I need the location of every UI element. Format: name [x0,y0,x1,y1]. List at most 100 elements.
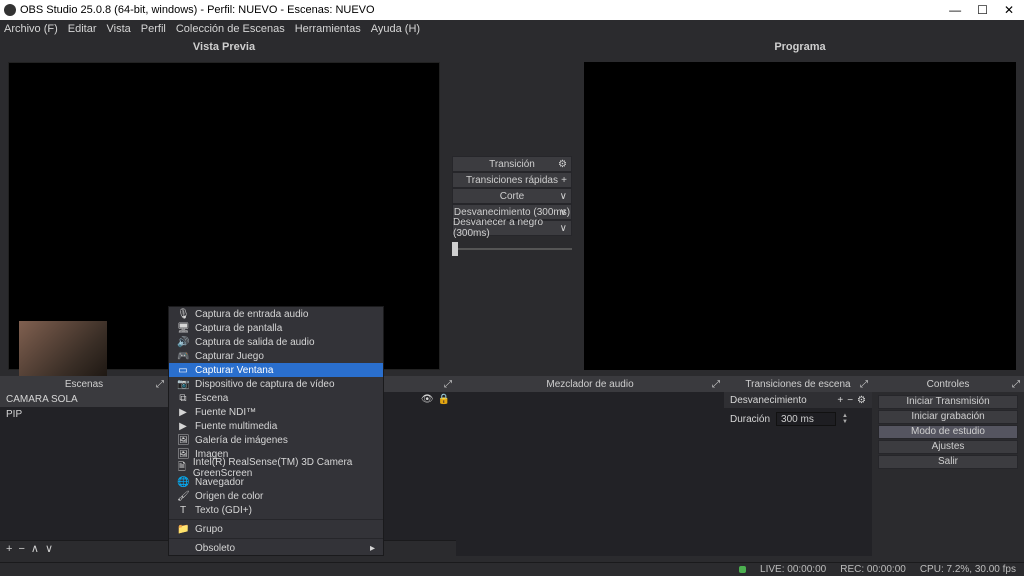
controls-header: Controles ⤢ [872,376,1024,392]
transitions-body: Desvanecimiento +−⚙ Duración ▲▼ [724,392,872,556]
menu-item-label: Fuente multimedia [195,421,277,432]
quick-trans-fadeblack[interactable]: Desvanecer a negro (300ms) ∨ [452,220,572,236]
transition-column: Transición ⚙ Transiciones rápidas + Cort… [448,38,576,376]
menu-item-label: Capturar Ventana [195,365,273,376]
start-stream-button[interactable]: Iniciar Transmisión [878,395,1018,409]
popout-icon[interactable]: ⤢ [860,379,868,390]
menu-item[interactable]: 🖌Origen de color [169,489,383,503]
plus-icon[interactable]: + [837,395,843,406]
menu-tools[interactable]: Herramientas [295,23,361,35]
studio-mode-button[interactable]: Modo de estudio [878,425,1018,439]
quick-trans-cut[interactable]: Corte ∨ [452,188,572,204]
start-record-button[interactable]: Iniciar grabación [878,410,1018,424]
slider-track [458,248,572,250]
menu-edit[interactable]: Editar [68,23,97,35]
mixer-panel: Mezclador de audio ⤢ [456,376,724,556]
popout-icon[interactable]: ⤢ [156,379,164,390]
popout-icon[interactable]: ⤢ [444,379,452,390]
program-canvas[interactable] [584,62,1016,370]
menu-item-label: Escena [195,393,228,404]
tbar-slider[interactable] [452,242,572,256]
mixer-header: Mezclador de audio ⤢ [456,376,724,392]
menu-scene-collection[interactable]: Colección de Escenas [176,23,285,35]
separator [169,519,383,520]
menu-item[interactable]: ⧉Escena [169,391,383,405]
menu-item[interactable]: TTexto (GDI+) [169,503,383,517]
menu-item[interactable]: 🔊Captura de salida de audio [169,335,383,349]
quick-transitions-label: Transiciones rápidas + [452,172,572,188]
menu-item[interactable]: ▶ Fuente multimedia [169,419,383,433]
move-up-button[interactable]: ∧ [31,542,39,555]
preview-header: Vista Previa [0,38,448,56]
maximize-button[interactable]: ☐ [977,3,988,17]
exit-button[interactable]: Salir [878,455,1018,469]
gear-icon[interactable]: ⚙ [558,159,567,170]
popout-icon[interactable]: ⤢ [712,379,720,390]
cpu-status: CPU: 7.2%, 30.00 fps [920,564,1016,575]
mixer-body [456,392,724,556]
duration-row: Duración ▲▼ [724,408,872,430]
main-area: Vista Previa Transición ⚙ Transiciones r… [0,38,1024,376]
menu-item[interactable]: 🖥Captura de pantalla [169,321,383,335]
add-scene-button[interactable]: + [6,543,12,555]
source-type-icon: T [177,505,189,516]
lock-icon[interactable]: 🔒 [438,394,450,405]
source-type-icon: 🌐 [177,477,189,488]
transitions-header: Transiciones de escena ⤢ [724,376,872,392]
eye-icon[interactable]: 👁 [421,394,434,405]
menu-item-label: Fuente NDI™ [195,407,256,418]
minus-icon[interactable]: − [847,395,853,406]
source-type-icon: ▶ [177,407,189,418]
scene-item[interactable]: CAMARA SOLA [0,392,168,407]
folder-icon: 📁 [177,524,189,535]
menu-item[interactable]: 📷Dispositivo de captura de vídeo [169,377,383,391]
scene-item[interactable]: PIP [0,407,168,422]
settings-button[interactable]: Ajustes [878,440,1018,454]
controls-panel: Controles ⤢ Iniciar Transmisión Iniciar … [872,376,1024,556]
transition-select[interactable]: Desvanecimiento +−⚙ [724,392,872,408]
move-down-button[interactable]: ∨ [45,542,53,555]
plus-icon[interactable]: + [561,175,567,186]
chevron-down-icon: ∨ [560,207,567,218]
menu-item-label: Captura de pantalla [195,323,282,334]
menu-item-obsolete[interactable]: Obsoleto ▸ [169,541,383,555]
source-type-icon: 📷 [177,379,189,390]
menu-file[interactable]: Archivo (F) [4,23,58,35]
duration-input[interactable] [776,412,836,426]
menu-item-label: Capturar Juego [195,351,264,362]
source-type-icon: ▶ [177,421,189,432]
source-type-icon: 🖼 [177,435,189,446]
window-title: OBS Studio 25.0.8 (64-bit, windows) - Pe… [20,4,375,16]
close-button[interactable]: ✕ [1004,3,1014,17]
menu-profile[interactable]: Perfil [141,23,166,35]
scenes-toolbar: + − ∧ ∨ [0,540,168,556]
menu-item-label: Navegador [195,477,244,488]
popout-icon[interactable]: ⤢ [1012,379,1020,390]
menu-item[interactable]: 🖼 Galería de imágenes [169,433,383,447]
spinner[interactable]: ▲▼ [842,413,848,425]
submenu-arrow-icon: ▸ [370,543,375,554]
remove-scene-button[interactable]: − [18,543,24,555]
menu-view[interactable]: Vista [107,23,131,35]
scenes-panel: Escenas ⤢ CAMARA SOLA PIP + − ∧ ∨ [0,376,168,556]
menu-help[interactable]: Ayuda (H) [371,23,420,35]
menu-item[interactable]: ▶ Fuente NDI™ [169,405,383,419]
chevron-down-icon: ∨ [560,191,567,202]
add-source-context-menu: 🎙Captura de entrada audio🖥Captura de pan… [168,306,384,556]
transition-button[interactable]: Transición ⚙ [452,156,572,172]
duration-label: Duración [730,414,770,425]
transition-label: Transición [489,159,535,170]
window-titlebar: OBS Studio 25.0.8 (64-bit, windows) - Pe… [0,0,1024,20]
menu-item[interactable]: ▭Capturar Ventana [169,363,383,377]
menu-item-group[interactable]: 📁 Grupo [169,522,383,536]
menu-item[interactable]: 🗎Intel(R) RealSense(TM) 3D Camera GreenS… [169,461,383,475]
menu-item-label: Galería de imágenes [195,435,288,446]
minimize-button[interactable]: — [949,3,961,17]
scenes-list[interactable]: CAMARA SOLA PIP [0,392,168,540]
gear-icon[interactable]: ⚙ [857,395,866,406]
menu-item[interactable]: 🎙Captura de entrada audio [169,307,383,321]
source-type-icon: 🎮 [177,351,189,362]
program-header: Programa [576,38,1024,56]
menu-item[interactable]: 🎮 Capturar Juego [169,349,383,363]
chevron-down-icon: ∨ [560,223,567,234]
